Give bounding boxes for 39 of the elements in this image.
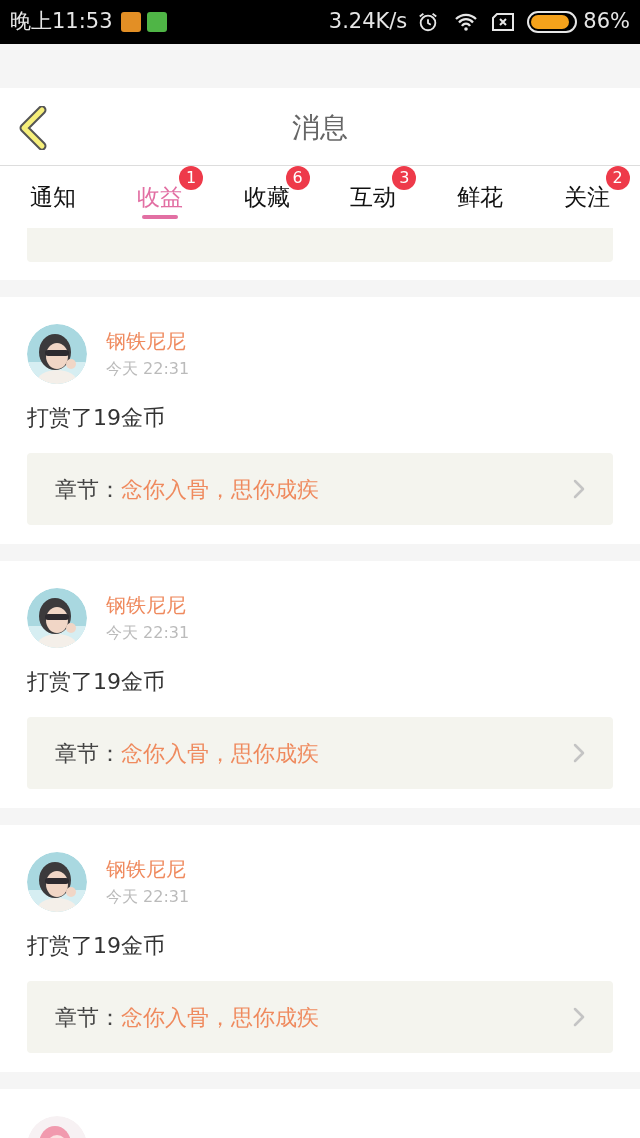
message-time: 今天 22:31 [106,887,190,907]
sim-icon [491,12,516,32]
back-icon [18,106,48,150]
count-badge: 1 [179,165,203,190]
chapter-label: 章节： [55,740,121,766]
app-icon [120,12,141,32]
tab[interactable]: 鲜花 [426,166,534,228]
chapter-label: 章节： [55,476,121,502]
message-text: 打赏了19金币 [27,404,166,432]
chevron-right-icon [573,479,585,499]
chapter-link[interactable]: 章节：念你入骨，思你成疾 [27,717,613,789]
tab[interactable]: 关注 2 [533,166,640,228]
chapter-label: 章节： [55,1004,121,1030]
chapter-link[interactable]: 章节：念你入骨，思你成疾 [27,453,613,525]
message-text: 打赏了19金币 [27,932,166,960]
count-badge: 3 [392,165,417,190]
chapter-link[interactable]: 章节：念你入骨，思你成疾 [27,981,613,1053]
tab[interactable]: 互动 3 [320,166,427,228]
battery-icon [527,11,578,33]
tab[interactable]: 收益 1 [106,166,214,228]
chevron-right-icon [573,1007,585,1027]
tab[interactable]: 通知 [0,166,107,228]
app-icon [146,12,167,32]
chevron-right-icon [573,743,585,763]
chapter-title: 念你入骨，思你成疾 [121,740,319,766]
message-text: 打赏了19金币 [27,668,166,696]
count-badge: 2 [605,165,630,190]
status-time: 晚上11:53 [10,8,113,36]
network-speed: 3.24K/s [328,8,408,36]
battery-percent: 86% [583,8,630,36]
user-name: 钢铁尼尼 [106,329,187,353]
message-time: 今天 22:31 [106,623,190,643]
message-time: 今天 22:31 [106,359,190,379]
tab[interactable]: 收藏 6 [213,166,320,228]
chapter-title: 念你入骨，思你成疾 [121,1004,319,1030]
page-title: 消息 [292,109,348,146]
user-name: 钢铁尼尼 [106,857,187,881]
user-name: 钢铁尼尼 [106,593,187,617]
chapter-title: 念你入骨，思你成疾 [121,476,319,502]
